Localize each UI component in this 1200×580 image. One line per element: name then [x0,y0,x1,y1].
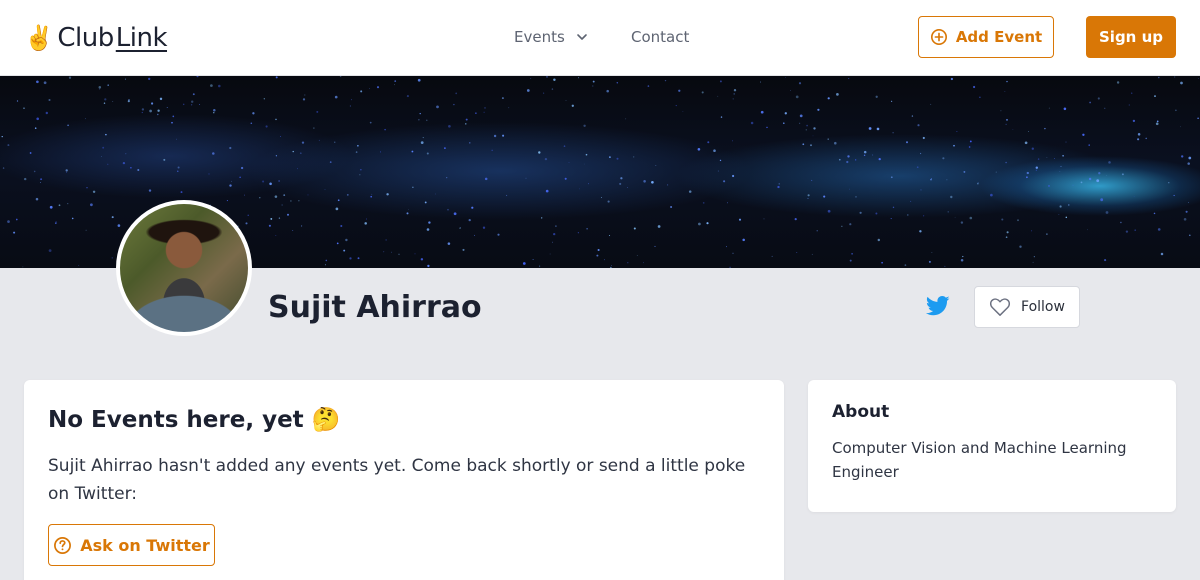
logo-text-club: Club [57,23,114,53]
about-heading: About [832,402,890,422]
events-empty-heading: No Events here, yet 🤔 [48,406,341,434]
follow-label: Follow [1021,299,1065,315]
profile-name: Sujit Ahirrao [268,289,482,325]
logo-text-link: Link [115,23,168,53]
nav-contact-link[interactable]: Contact [631,26,689,48]
chevron-down-icon [576,34,587,40]
nav-contact-label: Contact [631,28,690,46]
nav-events-dropdown[interactable]: Events [514,26,589,48]
top-navbar: ✌️ Club Link Events Contact Add Event Si… [0,0,1200,76]
events-card: No Events here, yet 🤔 Sujit Ahirrao hasn… [24,380,784,580]
add-event-label: Add Event [955,28,1043,46]
about-text: Computer Vision and Machine Learning Eng… [832,439,1127,481]
thinking-face-icon: 🤔 [311,407,341,433]
twitter-profile-link[interactable] [925,296,950,318]
profile-avatar [116,200,252,336]
heart-outline-icon [989,298,1011,316]
sign-up-label: Sign up [1099,28,1163,46]
nav-events-label: Events [514,28,565,46]
twitter-bird-icon [925,296,950,316]
victory-hand-icon: ✌️ [24,24,54,52]
about-card: About Computer Vision and Machine Learni… [808,380,1176,512]
ask-on-twitter-label: Ask on Twitter [80,535,210,555]
follow-button[interactable]: Follow [974,286,1080,328]
events-empty-message: Sujit Ahirrao hasn't added any events ye… [48,456,746,504]
sign-up-button[interactable]: Sign up [1086,16,1176,58]
events-empty-title: No Events here, yet [48,406,304,433]
question-circle-icon [54,536,72,554]
clublink-logo[interactable]: ✌️ Club Link [24,20,168,56]
plus-circle-icon [930,28,947,46]
ask-on-twitter-button[interactable]: Ask on Twitter [48,524,215,566]
add-event-button[interactable]: Add Event [918,16,1054,58]
